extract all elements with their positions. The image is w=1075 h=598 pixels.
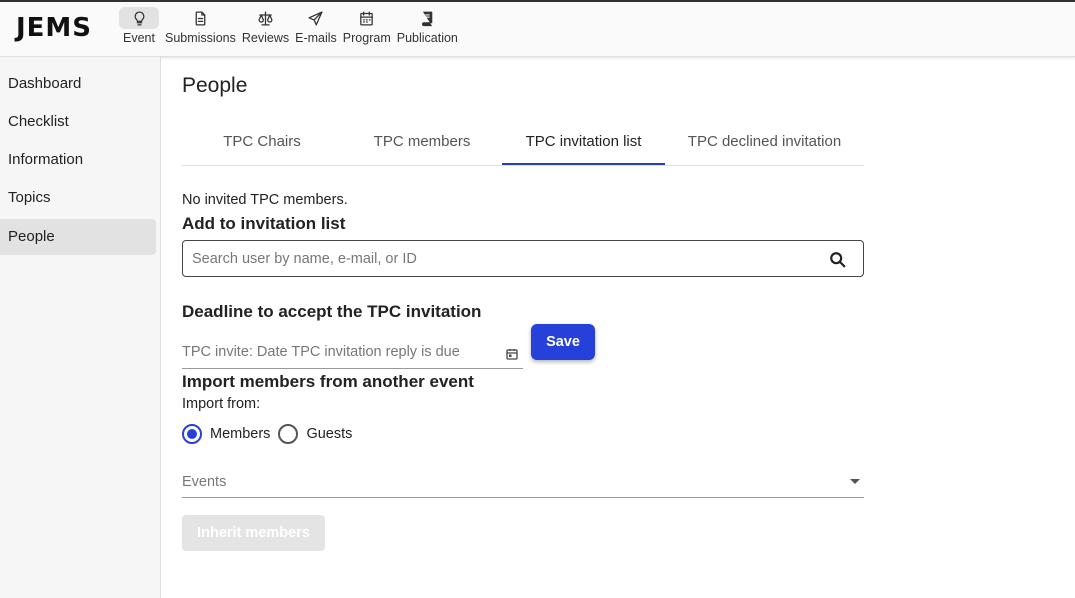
nav-item-event[interactable]: Event [116,7,162,45]
sidebar-item-people[interactable]: People [0,219,156,255]
radio-button-guests[interactable] [278,424,299,444]
nav-item-emails[interactable]: E-mails [292,7,340,45]
tab-tpc-members[interactable]: TPC members [342,124,502,165]
book-icon [419,10,436,27]
lightbulb-icon [131,10,148,27]
nav-item-submissions[interactable]: Submissions [162,7,239,45]
nav-label: E-mails [295,31,337,45]
calendar-icon [358,10,375,27]
sidebar-item-topics[interactable]: Topics [0,180,156,216]
tab-tpc-chairs[interactable]: TPC Chairs [182,124,342,165]
search-icon[interactable] [829,251,847,269]
sidebar-item-dashboard[interactable]: Dashboard [0,66,156,102]
radio-button-members[interactable] [182,424,202,444]
app-logo[interactable]: JEMS [16,13,92,43]
nav-label: Program [342,31,391,45]
sidebar-item-information[interactable]: Information [0,142,156,178]
radio-option-members[interactable]: Members [182,424,270,444]
sidebar-item-checklist[interactable]: Checklist [0,104,156,140]
top-bar: JEMS Event Submissions Reviews E-mails P… [0,0,1075,57]
events-select-label: Events [182,474,227,490]
main-nav: Event Submissions Reviews E-mails Progra… [116,7,461,45]
search-input[interactable] [192,241,812,276]
search-field[interactable] [182,240,864,277]
nav-label: Reviews [241,31,290,45]
import-section-title: Import members from another event [182,372,474,391]
calendar-icon[interactable] [506,347,518,360]
import-type-radio-group: Members Guests [182,424,360,444]
page-title: People [182,74,248,97]
save-button[interactable]: Save [531,324,595,360]
tab-tpc-invitation-list[interactable]: TPC invitation list [502,124,665,165]
empty-message: No invited TPC members. [182,192,348,208]
deadline-date-field[interactable]: TPC invite: Date TPC invitation reply is… [182,336,523,369]
deadline-section-title: Deadline to accept the TPC invitation [182,302,482,321]
sidebar: Dashboard Checklist Information Topics P… [0,57,161,598]
scales-icon [257,10,274,27]
nav-item-publication[interactable]: Publication [394,7,461,45]
radio-label: Guests [306,426,353,442]
radio-option-guests[interactable]: Guests [278,424,352,444]
paper-plane-icon [307,10,324,27]
dropdown-arrow-icon [850,479,860,484]
date-placeholder: TPC invite: Date TPC invitation reply is… [182,344,460,360]
tab-bar: TPC Chairs TPC members TPC invitation li… [182,124,864,166]
nav-item-reviews[interactable]: Reviews [239,7,292,45]
tab-tpc-declined-invitation[interactable]: TPC declined invitation [665,124,864,165]
add-section-title: Add to invitation list [182,214,346,233]
inherit-members-button[interactable]: Inherit members [182,515,325,551]
radio-label: Members [210,426,271,442]
import-from-label: Import from: [182,396,261,412]
nav-label: Submissions [165,31,236,45]
nav-label: Event [123,31,155,45]
events-select[interactable]: Events [182,468,864,498]
nav-label: Publication [396,31,458,45]
nav-item-program[interactable]: Program [340,7,394,45]
document-icon [192,10,209,27]
